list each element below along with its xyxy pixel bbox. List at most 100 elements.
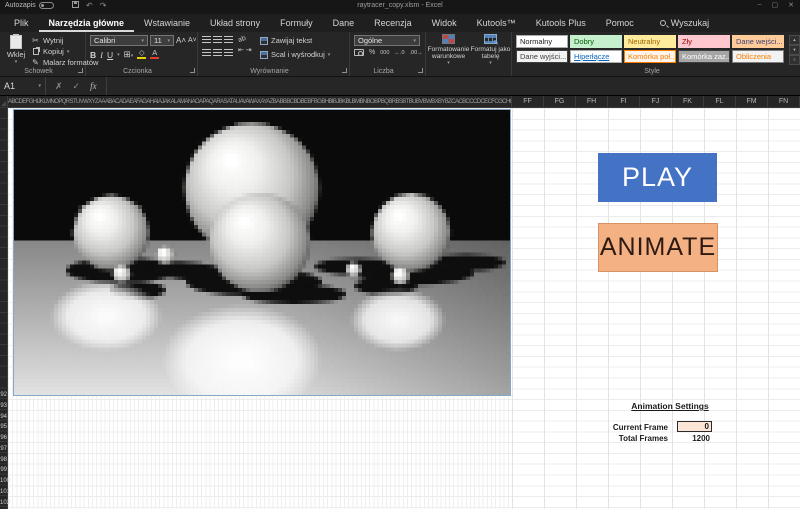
row-header-99[interactable]: 99 xyxy=(0,465,8,475)
style-chip-dane-wej-ci[interactable]: Dane wejści... xyxy=(732,35,784,48)
paste-button[interactable]: Wklej ▾ xyxy=(3,34,29,68)
font-size-select[interactable]: 11 ▾ xyxy=(150,35,174,46)
row-header-101[interactable]: 101 xyxy=(0,487,10,497)
narrow-column-headers[interactable]: ABCDEFGHIJKLMNOPQRSTUVWXYZAAABACADAEAFAG… xyxy=(8,96,512,107)
raytraced-picture[interactable] xyxy=(13,109,511,396)
orientation-button[interactable]: ab xyxy=(237,33,252,44)
worksheet[interactable]: 92 93 94 95 96 97 98 99 100 101 102 PLAY ANIMATE A… xyxy=(0,108,800,509)
indent-buttons[interactable]: ⇤ ⇥ xyxy=(238,46,252,54)
tab-wstawianie[interactable]: Wstawianie xyxy=(134,14,200,32)
column-header-fj[interactable]: FJ xyxy=(640,96,672,107)
minimize-icon[interactable]: – xyxy=(758,1,762,9)
close-icon[interactable]: ✕ xyxy=(788,1,794,9)
number-format-select[interactable]: Ogólne ▾ xyxy=(354,35,420,46)
tab-pomoc[interactable]: Pomoc xyxy=(596,14,644,32)
format-as-table-button[interactable]: Formatuj jako tabelę ▾ xyxy=(470,34,511,74)
comma-format-icon[interactable]: 000 xyxy=(380,50,389,56)
underline-button[interactable]: U xyxy=(107,50,113,60)
style-chip-kom-rka-zaz[interactable]: Komórka zaz... xyxy=(678,50,730,63)
font-name-select[interactable]: Calibri ▾ xyxy=(90,35,148,46)
style-chip-neutralny[interactable]: Neutralny xyxy=(624,35,676,48)
merge-center-icon xyxy=(260,50,268,59)
chevron-down-icon: ▾ xyxy=(489,60,492,66)
row-header-strip[interactable]: 92 93 94 95 96 97 98 99 100 101 102 xyxy=(0,108,10,509)
style-chip-z-y[interactable]: Zły xyxy=(678,35,730,48)
column-header-fg[interactable]: FG xyxy=(544,96,576,107)
tab-dane[interactable]: Dane xyxy=(323,14,365,32)
row-header-95[interactable]: 95 xyxy=(0,422,8,432)
align-left-icon[interactable] xyxy=(202,49,211,56)
style-chip-dane-wyj-ci[interactable]: Dane wyjści... xyxy=(516,50,568,63)
cancel-icon[interactable]: ✗ xyxy=(55,81,63,92)
style-chip-hiper-cze[interactable]: Hiperłącze xyxy=(570,50,622,63)
decrease-decimal-icon[interactable]: .00→ xyxy=(410,50,423,56)
percent-format-icon[interactable]: % xyxy=(369,49,375,56)
search-box[interactable]: Wyszukaj xyxy=(659,14,709,32)
decrease-font-button[interactable]: A˅ xyxy=(188,37,197,44)
accounting-format-icon[interactable] xyxy=(354,49,364,56)
gallery-up-icon[interactable]: ▲ xyxy=(789,35,800,45)
increase-decimal-icon[interactable]: ←.0 xyxy=(394,50,404,56)
tab-recenzja[interactable]: Recenzja xyxy=(364,14,422,32)
align-middle-icon[interactable] xyxy=(213,36,222,43)
row-header-102[interactable]: 102 xyxy=(0,498,10,508)
tab-kutools[interactable]: Kutools™ xyxy=(467,14,526,32)
column-header-fm[interactable]: FM xyxy=(736,96,768,107)
row-header-92[interactable]: 92 xyxy=(0,390,8,400)
gallery-more-icon[interactable]: ≡ xyxy=(789,55,800,65)
dialog-launcher-icon[interactable] xyxy=(190,68,195,73)
italic-button[interactable]: I xyxy=(100,50,103,60)
ribbon-tab-row: Plik Narzędzia główne Wstawianie Układ stro… xyxy=(0,14,800,32)
row-header-94[interactable]: 94 xyxy=(0,412,8,422)
style-chip-kom-rka-po[interactable]: Komórka poł... xyxy=(624,50,676,63)
wrap-text-button[interactable]: Zawijaj tekst xyxy=(260,35,330,46)
increase-font-button[interactable]: A˄ xyxy=(176,36,186,45)
tab-kutools-plus[interactable]: Kutools Plus xyxy=(526,14,596,32)
tab-narz-dzia-g-wne[interactable]: Narzędzia główne xyxy=(38,14,135,32)
animate-button[interactable]: ANIMATE xyxy=(598,223,718,272)
formula-input[interactable] xyxy=(106,77,800,95)
style-chip-obliczenia[interactable]: Obliczenia xyxy=(732,50,784,63)
name-box-value: A1 xyxy=(4,81,16,91)
fill-color-button[interactable]: ◇ xyxy=(137,48,147,59)
insert-function-icon[interactable]: fx xyxy=(90,81,97,91)
column-header-ff[interactable]: FF xyxy=(512,96,544,107)
gallery-down-icon[interactable]: ▼ xyxy=(789,45,800,55)
align-top-icon[interactable] xyxy=(202,36,211,43)
row-header-97[interactable]: 97 xyxy=(0,444,8,454)
merge-center-button[interactable]: Scal i wyśrodkuj ▾ xyxy=(260,49,330,60)
align-right-icon[interactable] xyxy=(224,49,233,56)
tab-widok[interactable]: Widok xyxy=(422,14,467,32)
play-button[interactable]: PLAY xyxy=(598,153,717,202)
row-header-93[interactable]: 93 xyxy=(0,401,8,411)
tab-uk-ad-strony[interactable]: Układ strony xyxy=(200,14,270,32)
column-header-fi[interactable]: FI xyxy=(608,96,640,107)
style-gallery-scroll[interactable]: ▲ ▼ ≡ xyxy=(789,35,800,65)
align-bottom-icon[interactable] xyxy=(224,36,233,43)
enter-icon[interactable]: ✓ xyxy=(73,81,81,92)
chevron-down-icon: ▾ xyxy=(141,37,144,44)
align-center-icon[interactable] xyxy=(213,49,222,56)
borders-button[interactable]: ⊞▾ xyxy=(124,49,134,60)
column-header-fh[interactable]: FH xyxy=(576,96,608,107)
dialog-launcher-icon[interactable] xyxy=(78,68,83,73)
dialog-launcher-icon[interactable] xyxy=(342,68,347,73)
row-header-96[interactable]: 96 xyxy=(0,433,8,443)
current-frame-cell[interactable]: 0 xyxy=(677,421,712,432)
bold-button[interactable]: B xyxy=(90,50,96,60)
column-header-fn[interactable]: FN xyxy=(768,96,800,107)
row-header-100[interactable]: 100 xyxy=(0,476,10,486)
conditional-formatting-button[interactable]: Formatowanie warunkowe ▾ xyxy=(428,34,469,74)
tab-plik[interactable]: Plik xyxy=(4,14,39,32)
column-header-fk[interactable]: FK xyxy=(672,96,704,107)
tab-formu-y[interactable]: Formuły xyxy=(270,14,323,32)
style-chip-normalny[interactable]: Normalny xyxy=(516,35,568,48)
restore-icon[interactable]: ▢ xyxy=(772,1,779,9)
dialog-launcher-icon[interactable] xyxy=(418,68,423,73)
font-color-button[interactable]: A xyxy=(150,48,160,59)
name-box[interactable]: A1 ▾ xyxy=(0,77,46,95)
select-all-corner[interactable] xyxy=(0,96,8,107)
column-header-fl[interactable]: FL xyxy=(704,96,736,107)
style-chip-dobry[interactable]: Dobry xyxy=(570,35,622,48)
row-header-98[interactable]: 98 xyxy=(0,455,8,465)
